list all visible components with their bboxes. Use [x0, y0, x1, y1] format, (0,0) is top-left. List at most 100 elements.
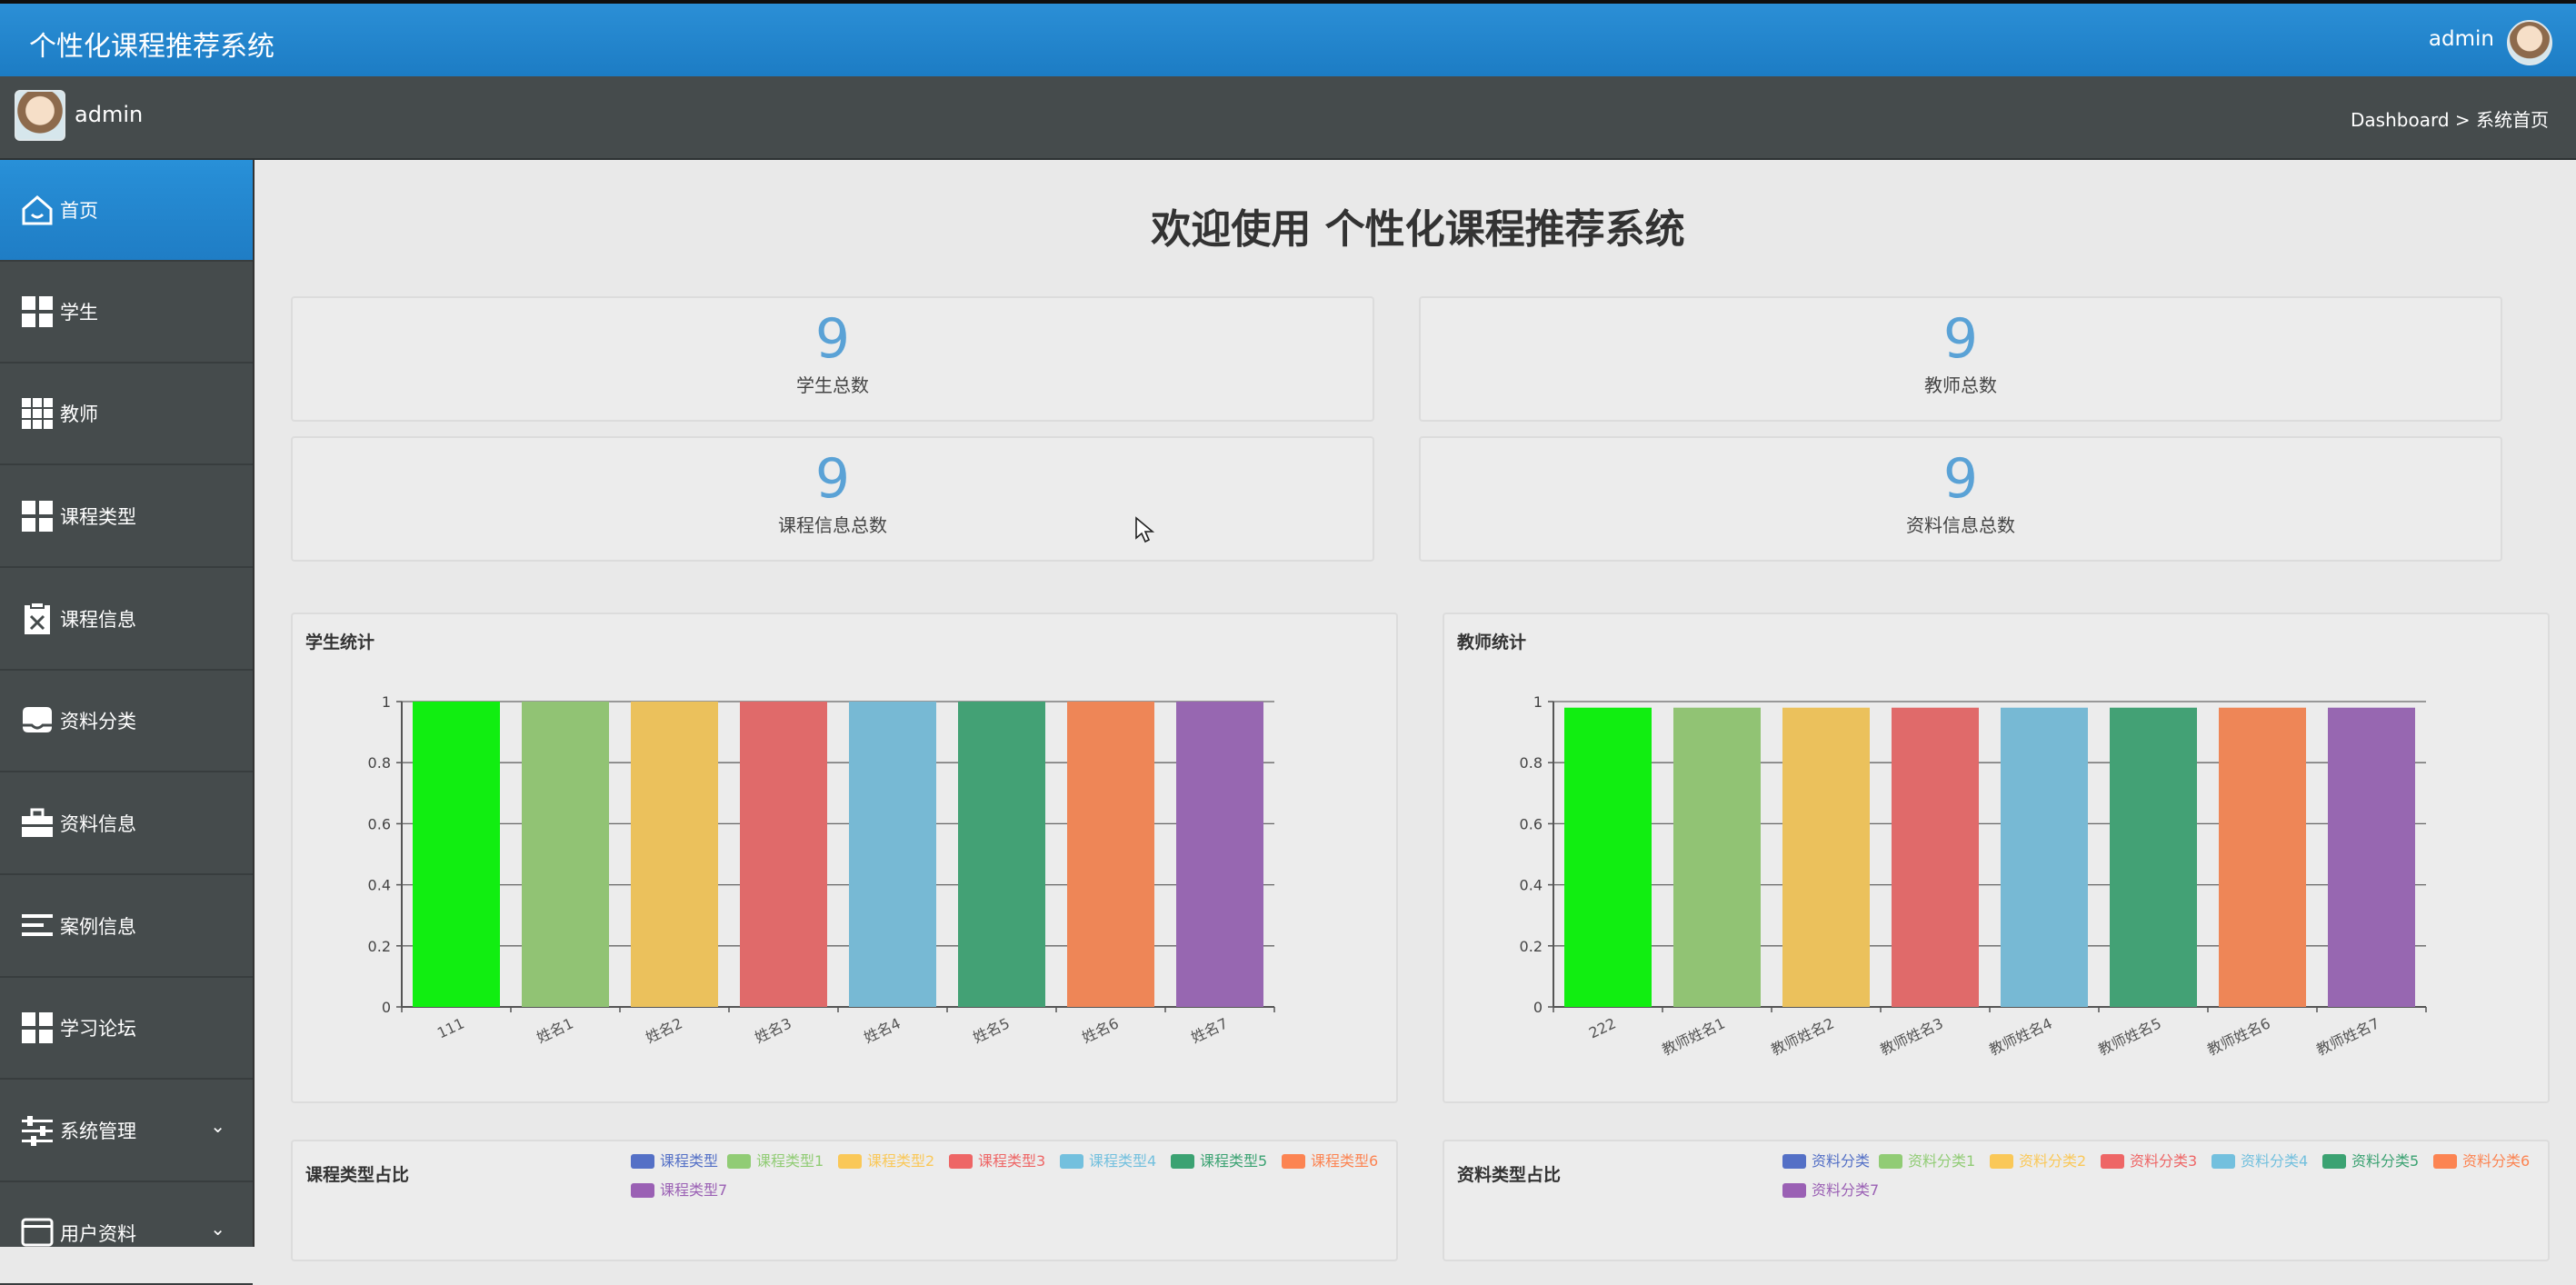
legend-item[interactable]: 课程类型: [631, 1149, 718, 1170]
stat-card-courses: 9 课程信息总数: [291, 436, 1374, 562]
chart-bar[interactable]: [631, 702, 718, 1007]
header-username[interactable]: admin: [2429, 27, 2494, 51]
legend-item[interactable]: 课程类型1: [727, 1149, 824, 1170]
user-avatar[interactable]: [15, 90, 65, 141]
y-tick-label: 0.8: [1520, 754, 1543, 772]
y-tick-label: 0.6: [1520, 815, 1543, 832]
sidebar-item-students[interactable]: 学生: [0, 262, 253, 364]
chart-bar[interactable]: [2219, 707, 2306, 1007]
x-tick-label: 教师姓名5: [2095, 1014, 2163, 1059]
legend-item[interactable]: 课程类型2: [838, 1149, 934, 1170]
chart-bar[interactable]: [522, 702, 609, 1007]
legend-item[interactable]: 课程类型6: [1282, 1149, 1378, 1170]
sidebar-item-system-management[interactable]: 系统管理 ⌄: [0, 1081, 253, 1182]
panel-title: 资料类型占比: [1457, 1165, 1562, 1185]
sidebar-item-case-info[interactable]: 案例信息: [0, 876, 253, 978]
sidebar-item-forum[interactable]: 学习论坛: [0, 978, 253, 1080]
stat-label: 教师总数: [1924, 374, 1997, 396]
x-tick-label: 姓名6: [1079, 1014, 1121, 1046]
list-icon: [22, 914, 53, 936]
sidebar-item-label: 系统管理: [60, 1121, 136, 1142]
legend-item[interactable]: 资料分类: [1782, 1149, 1870, 1170]
chart-bar[interactable]: [1176, 702, 1263, 1007]
x-tick-label: 姓名5: [970, 1014, 1012, 1046]
legend-label: 资料分类4: [2241, 1152, 2309, 1170]
sidebar-item-home[interactable]: 首页: [0, 160, 253, 262]
stat-label: 学生总数: [796, 374, 869, 396]
y-tick-label: 1: [382, 693, 391, 711]
legend-item[interactable]: 资料分类5: [2322, 1149, 2419, 1170]
legend-swatch: [2433, 1154, 2457, 1169]
chart-bar[interactable]: [2328, 707, 2415, 1007]
legend-label: 课程类型: [660, 1152, 719, 1170]
y-tick-label: 0: [382, 999, 391, 1016]
chart-bar[interactable]: [958, 702, 1045, 1007]
legend-swatch: [1879, 1154, 1902, 1169]
sidebar-item-teachers[interactable]: 教师: [0, 364, 253, 465]
sidebar-item-material-info[interactable]: 资料信息: [0, 773, 253, 875]
chart-bar[interactable]: [1782, 707, 1870, 1007]
legend-swatch: [631, 1183, 654, 1198]
tray-icon: [23, 707, 52, 732]
legend-item[interactable]: 资料分类3: [2101, 1149, 2197, 1170]
legend-swatch: [2212, 1154, 2235, 1169]
chart-bar[interactable]: [1673, 707, 1761, 1007]
legend-item[interactable]: 资料分类1: [1879, 1149, 1975, 1170]
legend-label: 资料分类: [1812, 1152, 1871, 1170]
legend-swatch: [1171, 1154, 1194, 1169]
legend-item[interactable]: 课程类型4: [1060, 1149, 1156, 1170]
legend-label: 资料分类7: [1812, 1181, 1880, 1199]
chart-bar[interactable]: [1067, 702, 1154, 1007]
chart-bar[interactable]: [740, 702, 827, 1007]
breadcrumb[interactable]: Dashboard > 系统首页: [2351, 105, 2549, 132]
legend-item[interactable]: 课程类型7: [631, 1178, 727, 1200]
legend-item[interactable]: 课程类型5: [1171, 1149, 1267, 1170]
material-type-panel: 资料类型占比 资料分类 资料分类1 资料分类2 资料分类3 资料分类4 资料分类5 资料分类…: [1443, 1140, 2550, 1261]
sidebar-item-course-types[interactable]: 课程类型: [0, 466, 253, 568]
sidebar-item-label: 用户资料: [60, 1223, 136, 1245]
chart-bar[interactable]: [413, 702, 500, 1007]
sidebar-item-label: 资料分类: [60, 711, 136, 732]
sidebar-item-course-info[interactable]: 课程信息: [0, 569, 253, 671]
x-tick-label: 姓名3: [752, 1014, 794, 1046]
legend-label: 课程类型4: [1089, 1152, 1157, 1170]
grid-icon: [22, 1012, 53, 1043]
stat-value: 9: [814, 307, 851, 371]
legend-label: 资料分类5: [2351, 1152, 2420, 1170]
sidebar-item-label: 案例信息: [60, 916, 136, 938]
y-tick-label: 1: [1533, 693, 1543, 711]
stat-card-students: 9 学生总数: [291, 296, 1374, 422]
legend-swatch: [1782, 1183, 1806, 1198]
legend-item[interactable]: 资料分类7: [1782, 1178, 1879, 1200]
header-avatar[interactable]: [2507, 20, 2552, 65]
chevron-down-icon: ⌄: [210, 1115, 225, 1137]
sidebar-item-material-categories[interactable]: 资料分类: [0, 671, 253, 772]
x-tick-label: 222: [1586, 1014, 1619, 1041]
sidebar-item-label: 资料信息: [60, 813, 136, 835]
sidebar: 首页 学生 教师 课程类型 课程信息 资料分类 资料信息 案例信息 学习论坛 系…: [0, 160, 255, 1285]
chart-bar[interactable]: [1892, 707, 1979, 1007]
grid-icon: [22, 296, 53, 327]
chart-bar[interactable]: [849, 702, 936, 1007]
sidebar-item-label: 课程类型: [60, 506, 136, 528]
legend-item[interactable]: 资料分类4: [2212, 1149, 2308, 1170]
chart-bar[interactable]: [2001, 707, 2088, 1007]
y-tick-label: 0.4: [1520, 877, 1543, 894]
legend-item[interactable]: 资料分类6: [2433, 1149, 2530, 1170]
legend-swatch: [2322, 1154, 2346, 1169]
sidebar-item-user-profile[interactable]: 用户资料 ⌄: [0, 1183, 253, 1285]
legend-label: 资料分类6: [2462, 1152, 2531, 1170]
legend-swatch: [949, 1154, 973, 1169]
y-tick-label: 0.8: [368, 754, 391, 772]
legend-item[interactable]: 资料分类2: [1990, 1149, 2086, 1170]
chart-bar[interactable]: [1564, 707, 1652, 1007]
stat-card-materials: 9 资料信息总数: [1419, 436, 2502, 562]
stat-label: 课程信息总数: [778, 514, 887, 536]
legend-swatch: [1060, 1154, 1083, 1169]
student-bar-chart: 00.20.40.60.81111 姓名1 姓名2 姓名3 姓名4 姓名5 姓名6 姓名7: [368, 693, 1275, 1046]
chart-bar[interactable]: [2110, 707, 2197, 1007]
x-tick-label: 姓名1: [534, 1014, 575, 1046]
legend-swatch: [838, 1154, 862, 1169]
x-tick-label: 教师姓名2: [1768, 1014, 1836, 1059]
legend-item[interactable]: 课程类型3: [949, 1149, 1045, 1170]
